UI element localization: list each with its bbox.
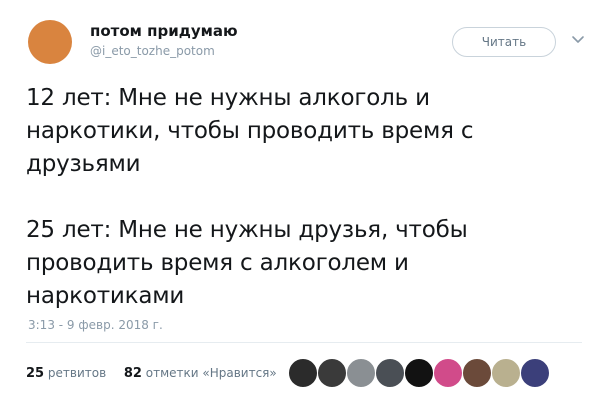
- tweet-line: проводить время с алкоголем и: [26, 250, 409, 276]
- follow-button[interactable]: Читать: [452, 27, 556, 57]
- divider: [26, 342, 582, 343]
- author-handle[interactable]: @i_eto_tozhe_potom: [90, 44, 215, 58]
- tweet-timestamp[interactable]: 3:13 - 9 февр. 2018 г.: [28, 318, 163, 332]
- tweet-line: наркотики, чтобы проводить время с: [26, 118, 474, 144]
- likes-stat[interactable]: 82 отметки «Нравится»: [123, 366, 277, 381]
- likes-label: отметки «Нравится»: [145, 366, 277, 380]
- liker-avatar[interactable]: [491, 358, 521, 388]
- retweets-stat[interactable]: 25 ретвитов: [26, 366, 110, 381]
- likes-count: 82: [123, 366, 142, 381]
- tweet-line: 25 лет: Мне не нужны друзья, чтобы: [26, 217, 468, 243]
- author-avatar[interactable]: [28, 20, 72, 64]
- liker-avatar[interactable]: [375, 358, 405, 388]
- chevron-down-icon[interactable]: [570, 33, 586, 47]
- retweets-count: 25: [26, 366, 45, 381]
- liker-avatar[interactable]: [520, 358, 550, 388]
- tweet-line: 12 лет: Мне не нужны алкоголь и: [26, 85, 430, 111]
- liker-avatar[interactable]: [317, 358, 347, 388]
- liker-avatar[interactable]: [288, 358, 318, 388]
- liker-avatar[interactable]: [346, 358, 376, 388]
- tweet-line: наркотиками: [26, 283, 185, 309]
- tweet-text: 12 лет: Мне не нужны алкоголь и наркотик…: [26, 82, 586, 313]
- author-name[interactable]: потом придумаю: [90, 22, 238, 40]
- liker-avatar[interactable]: [404, 358, 434, 388]
- liker-avatar[interactable]: [462, 358, 492, 388]
- tweet-paragraph: 12 лет: Мне не нужны алкоголь и наркотик…: [26, 82, 586, 181]
- tweet-stats: 25 ретвитов 82 отметки «Нравится»: [26, 366, 277, 381]
- tweet-paragraph: 25 лет: Мне не нужны друзья, чтобы прово…: [26, 214, 586, 313]
- tweet-line: друзьями: [26, 151, 141, 177]
- liker-avatar[interactable]: [433, 358, 463, 388]
- retweets-label: ретвитов: [47, 366, 107, 380]
